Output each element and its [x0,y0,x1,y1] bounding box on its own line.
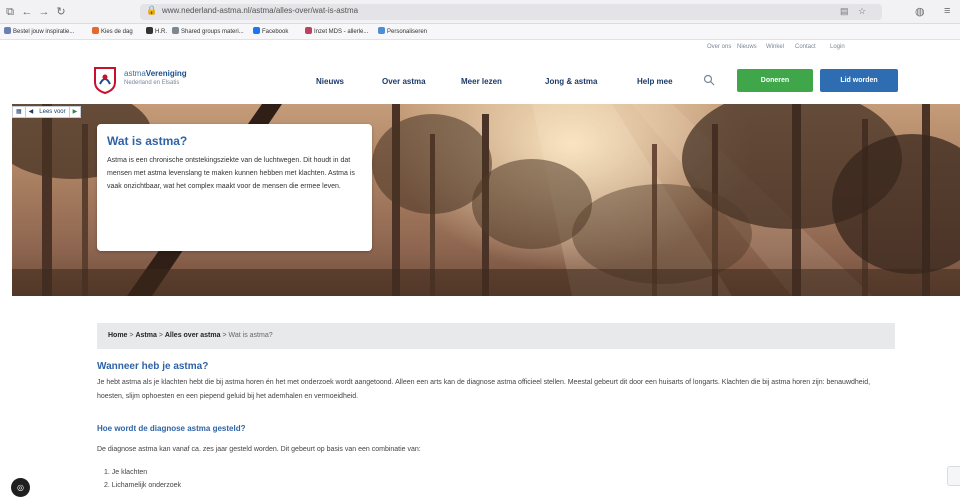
hero-text: Astma is een chronische ontstekingsziekt… [107,157,355,190]
nav-item-meer-lezen[interactable]: Meer lezen [461,77,502,86]
diagnosis-list: 1. Je klachten 2. Lichamelijk onderzoek [104,466,181,492]
section-paragraph-2: De diagnose astma kan vanaf ca. zes jaar… [97,446,421,453]
breadcrumb-alles-over-astma[interactable]: Alles over astma [165,332,221,339]
speaker-icon[interactable]: ◀ [24,107,37,117]
nav-item-help-mee[interactable]: Help mee [637,77,673,86]
utility-link[interactable]: Contact [795,44,816,50]
read-menu-icon[interactable]: ▦ [13,107,25,117]
bookmark-star-icon[interactable]: ☆ [858,6,866,17]
bookmark-favicon-icon [92,27,99,34]
bookmark-item[interactable]: H.R. [146,27,167,35]
reader-icon[interactable]: ▤ [840,6,849,17]
forward-icon[interactable]: → [37,5,51,19]
section-heading: Wanneer heb je astma? [97,361,209,372]
join-button[interactable]: Lid worden [820,69,898,92]
logo-subtitle: Nederland en Elsatis [124,80,180,86]
list-item: 1. Je klachten [104,469,148,476]
breadcrumb-astma[interactable]: Astma [135,332,156,339]
breadcrumb-separator: > [158,332,163,339]
section-subheading: Hoe wordt de diagnose astma gesteld? [97,424,246,433]
shield-icon[interactable]: ◍ [915,5,925,18]
bookmark-item[interactable]: Kies de dag [92,27,133,35]
cookie-settings-icon[interactable]: ◎ [11,478,30,497]
bookmark-item[interactable]: Inzet MDS - allerle... [305,27,368,35]
bookmark-favicon-icon [172,27,179,34]
url-text: www.nederland-astma.nl/astma/alles-over/… [162,6,359,15]
section-paragraph: Je hebt astma als je klachten hebt die b… [97,379,871,400]
breadcrumb-current: Wat is astma? [228,332,273,339]
bookmark-item[interactable]: Shared groups materi... [172,27,244,35]
breadcrumb: Home > Astma > Alles over astma > Wat is… [97,323,895,349]
breadcrumb-separator: > [129,332,134,339]
search-icon[interactable] [703,74,715,86]
bookmark-favicon-icon [4,27,11,34]
bookmark-favicon-icon [146,27,153,34]
bookmark-item[interactable]: Facebook [253,27,288,35]
logo-name[interactable]: astmaVereniging [124,69,187,78]
logo-icon[interactable] [93,66,117,94]
hero-title: Wat is astma? [107,134,188,148]
bookmark-item[interactable]: Personaliseren [378,27,427,35]
read-aloud-bar[interactable]: ▦ ◀ Lees voor ▶ [12,106,82,118]
breadcrumb-separator: > [222,332,227,339]
extensions-icon[interactable]: ≡ [944,5,950,17]
bookmarks-bar: Bestel jouw inspiratie... Kies de dag H.… [0,24,960,40]
list-item: 2. Lichamelijk onderzoek [104,482,182,489]
bookmark-favicon-icon [378,27,385,34]
breadcrumb-home[interactable]: Home [108,332,127,339]
browser-toolbar: ⧉ ← → ↻ 🔒 www.nederland-astma.nl/astma/a… [0,0,960,24]
utility-bar: Over ons Nieuws Winkel Contact Login [0,40,960,56]
reload-icon[interactable]: ↻ [54,5,68,19]
nav-item-jong-astma[interactable]: Jong & astma [545,77,597,86]
facebook-icon [253,27,260,34]
nav-item-nieuws[interactable]: Nieuws [316,77,344,86]
bookmark-item[interactable]: Bestel jouw inspiratie... [4,27,74,35]
lock-icon: 🔒 [146,5,158,15]
play-icon[interactable]: ▶ [68,107,81,117]
nav-item-over-astma[interactable]: Over astma [382,77,426,86]
address-bar[interactable]: 🔒 www.nederland-astma.nl/astma/alles-ove… [140,4,882,20]
site-header: astmaVereniging Nederland en Elsatis Nie… [0,56,960,104]
utility-link[interactable]: Over ons [707,44,731,50]
back-icon[interactable]: ← [20,5,34,19]
bookmark-favicon-icon [305,27,312,34]
utility-link[interactable]: Nieuws [737,44,757,50]
donate-button[interactable]: Doneren [737,69,813,92]
read-aloud-label[interactable]: Lees voor [36,107,68,117]
side-feedback-tab[interactable] [947,466,960,486]
utility-link[interactable]: Login [830,44,845,50]
utility-link[interactable]: Winkel [766,44,784,50]
sidebar-toggle-icon[interactable]: ⧉ [3,5,17,19]
hero-card: Wat is astma? Astma is een chronische on… [97,124,372,251]
